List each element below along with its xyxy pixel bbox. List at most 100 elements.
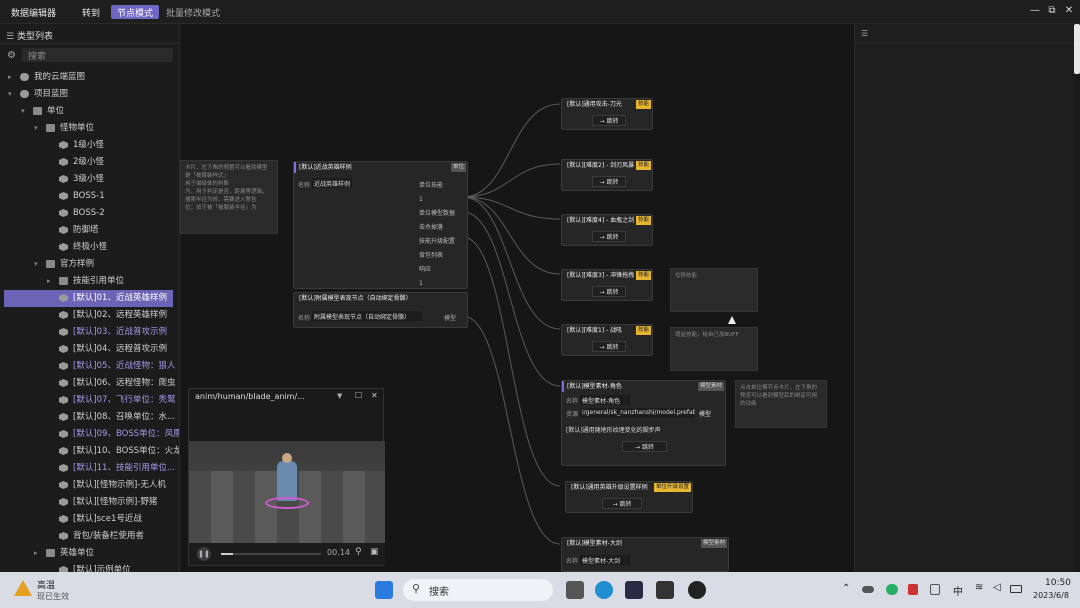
- close-icon[interactable]: ✕: [371, 391, 378, 400]
- chevron-up-icon[interactable]: ⌃: [842, 583, 850, 594]
- tree-item[interactable]: BOSS-1: [0, 188, 179, 205]
- chevron-down-icon[interactable]: ▾: [21, 103, 29, 120]
- windows-start-icon[interactable]: [375, 581, 393, 599]
- tree-item[interactable]: 背包/装备栏使用者: [0, 528, 179, 545]
- tree-item[interactable]: ▾ 项目蓝图: [0, 86, 179, 103]
- name-field[interactable]: 近战英雄样例: [312, 178, 352, 188]
- dropdown-icon[interactable]: ▼: [337, 392, 342, 400]
- task-view-icon[interactable]: [566, 581, 584, 599]
- skill-node[interactable]: [默认][难度3] - 冲锋拖拽 技能 → 跳转: [561, 269, 653, 301]
- tree-item[interactable]: [默认][怪物示例]-无人机: [0, 477, 179, 494]
- close-icon[interactable]: ✕: [1062, 4, 1076, 18]
- jump-button[interactable]: → 跳转: [592, 231, 626, 242]
- tree-item[interactable]: [默认]07、飞行单位：秃鹫: [0, 392, 179, 409]
- tree-item[interactable]: [默认]08、召唤单位：水...: [0, 409, 179, 426]
- node-port[interactable]: 1: [419, 277, 455, 291]
- scrollbar[interactable]: [1074, 24, 1080, 572]
- clock-date[interactable]: 2023/6/8: [1033, 591, 1069, 600]
- tree-item[interactable]: ▾ 单位: [0, 103, 179, 120]
- search-input[interactable]: 搜索: [22, 48, 173, 62]
- sword-model-node[interactable]: [默认]模型素材-大剑 模型素材 名称 模型素材-大剑: [561, 537, 729, 572]
- warning-icon[interactable]: [14, 580, 32, 596]
- skill-node[interactable]: [默认][难度2] - 剑刃风暴 技能 → 跳转: [561, 159, 653, 191]
- tree-item[interactable]: ▸ 技能引用单位: [0, 273, 179, 290]
- attachment-node[interactable]: [默认]附属模型表现节点（自动绑定骨骼） 名称 附属模型表现节点（自动绑定骨骼）…: [293, 292, 468, 328]
- chevron-down-icon[interactable]: ▾: [8, 86, 16, 103]
- tree-item[interactable]: [默认][怪物示例]-野猪: [0, 494, 179, 511]
- taskbar-search[interactable]: ⚲ 搜索: [403, 579, 553, 601]
- resource-field[interactable]: i/general/sk_nanzhanshi/model.prefab: [580, 408, 695, 418]
- skill-node[interactable]: [默认][难度1] - 战吼 技能 → 跳转: [561, 324, 653, 356]
- main-unit-node[interactable]: [默认]近战英雄样例 单位 名称 近战英雄样例 单位技能 1 单位模型数据 击杀掉落技…: [293, 161, 468, 289]
- node-port[interactable]: 单位技能: [419, 179, 455, 193]
- chevron-right-icon[interactable]: ▸: [34, 545, 42, 562]
- chevron-down-icon[interactable]: ▾: [34, 256, 42, 273]
- volume-icon[interactable]: ◁: [993, 582, 1001, 593]
- jump-button[interactable]: → 跳转: [592, 286, 626, 297]
- pause-icon[interactable]: ❚❚: [197, 547, 211, 561]
- node-port[interactable]: 响应: [419, 263, 455, 277]
- jump-button[interactable]: → 跳转: [622, 441, 667, 452]
- skill-node[interactable]: [默认]通用攻击-刀光 技能 → 跳转: [561, 98, 653, 130]
- 3d-viewport[interactable]: [189, 441, 385, 545]
- tree-item[interactable]: [默认]sce1号近战: [0, 511, 179, 528]
- tree-item[interactable]: [默认]示例单位: [0, 562, 179, 572]
- jump-button[interactable]: → 跳转: [602, 498, 642, 509]
- name-field[interactable]: 模型素材-大剑: [580, 555, 630, 565]
- chevron-down-icon[interactable]: ▾: [34, 120, 42, 137]
- node-port[interactable]: 击杀掉落: [419, 221, 455, 235]
- node-mode-tab[interactable]: 节点模式: [111, 5, 160, 19]
- tree-item[interactable]: [默认]10、BOSS单位：火龙: [0, 443, 179, 460]
- upgrade-node[interactable]: [默认]通用英雄升级设置样例 单位升级设置 → 跳转: [565, 481, 693, 513]
- restore-icon[interactable]: ⧉: [1045, 4, 1059, 18]
- tree-item[interactable]: [默认]09、BOSS单位：凤凰: [0, 426, 179, 443]
- tree-item[interactable]: [默认]06、远程怪物：爬虫: [0, 375, 179, 392]
- tree-item[interactable]: 3级小怪: [0, 171, 179, 188]
- tray-icon[interactable]: [930, 584, 940, 595]
- app-tray-icon[interactable]: [908, 584, 918, 595]
- tree-item[interactable]: [默认]05、近战怪物：狼人: [0, 358, 179, 375]
- node-port[interactable]: 单位模型数据: [419, 207, 455, 221]
- jump-button[interactable]: → 跳转: [592, 341, 626, 352]
- tree-item[interactable]: ▾ 官方样例: [0, 256, 179, 273]
- maximize-icon[interactable]: ☐: [355, 391, 362, 400]
- gear-icon[interactable]: ⚙: [7, 50, 19, 62]
- cloud-icon[interactable]: [862, 586, 874, 593]
- editor-app-icon[interactable]: [625, 581, 643, 599]
- clock-time[interactable]: 10:50: [1045, 578, 1071, 588]
- jump-button[interactable]: → 跳转: [592, 115, 626, 126]
- tree-item[interactable]: [默认]03、近战普攻示例: [0, 324, 179, 341]
- node-port[interactable]: 技能升级配置: [419, 235, 455, 249]
- tree-item[interactable]: ▾ 怪物单位: [0, 120, 179, 137]
- app-icon-2[interactable]: [656, 581, 674, 599]
- wifi-icon[interactable]: ≋: [975, 582, 983, 593]
- wechat-icon[interactable]: [886, 584, 898, 595]
- goto-menu[interactable]: 转到: [82, 6, 100, 19]
- figure-icon[interactable]: ⚲: [355, 547, 362, 557]
- batch-mode-tab[interactable]: 批量修改模式: [160, 5, 226, 19]
- tree-item[interactable]: ▸ 英雄单位: [0, 545, 179, 562]
- chevron-right-icon[interactable]: ▸: [47, 273, 55, 290]
- skill-node[interactable]: [默认][难度4] - 血瓶之剑 技能 → 跳转: [561, 214, 653, 246]
- name-field[interactable]: 附属模型表现节点（自动绑定骨骼）: [312, 311, 422, 321]
- tree-item[interactable]: [默认]01、近战英雄样例: [4, 290, 173, 307]
- name-field[interactable]: 模型素材-角色: [580, 395, 630, 405]
- chevron-right-icon[interactable]: ▸: [8, 69, 16, 86]
- tree-item[interactable]: [默认]11、技能引用单位...: [0, 460, 179, 477]
- tree-item[interactable]: 1级小怪: [0, 137, 179, 154]
- tree-item[interactable]: 2级小怪: [0, 154, 179, 171]
- lock-icon[interactable]: ▣: [370, 547, 379, 557]
- minimize-icon[interactable]: —: [1028, 4, 1042, 18]
- obs-icon[interactable]: [688, 581, 706, 599]
- ime-indicator[interactable]: 中: [953, 583, 963, 598]
- tree-item[interactable]: BOSS-2: [0, 205, 179, 222]
- tree-item[interactable]: [默认]02、远程英雄样例: [0, 307, 179, 324]
- list-icon[interactable]: ☰: [855, 24, 1074, 44]
- battery-icon[interactable]: [1010, 585, 1022, 593]
- model-asset-node[interactable]: [默认]模型素材-角色 模型素材 名称 模型素材-角色 资源 i/general…: [561, 380, 726, 466]
- tree-item[interactable]: ▸ 我的云端蓝图: [0, 69, 179, 86]
- edge-icon[interactable]: [595, 581, 613, 599]
- tree-item[interactable]: 防御塔: [0, 222, 179, 239]
- tree-item[interactable]: [默认]04、远程普攻示例: [0, 341, 179, 358]
- model-port[interactable]: 模型: [444, 313, 456, 322]
